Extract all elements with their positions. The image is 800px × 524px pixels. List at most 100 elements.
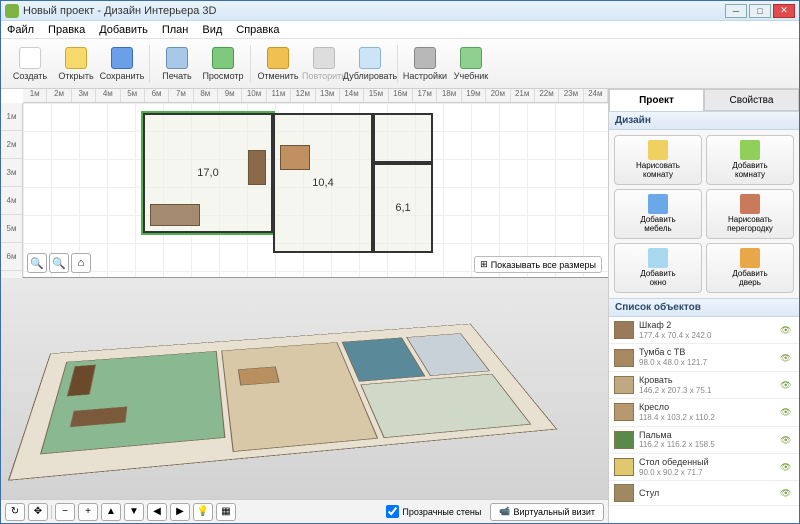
visibility-toggle-icon[interactable]: 👁 — [780, 488, 794, 498]
window-title: Новый проект - Дизайн Интерьера 3D — [23, 5, 216, 17]
toolbar: СоздатьОткрытьСохранитьПечатьПросмотрОтм… — [1, 39, 799, 89]
undo-button[interactable]: Отменить — [255, 41, 301, 87]
add-window-button[interactable]: Добавить окно — [614, 243, 702, 293]
titlebar: Новый проект - Дизайн Интерьера 3D ─ □ ✕ — [1, 1, 799, 21]
tutorial-icon — [460, 47, 482, 69]
object-name: Кровать — [639, 375, 780, 386]
maximize-button[interactable]: □ — [749, 4, 771, 18]
object-icon — [614, 321, 634, 339]
tutorial-button[interactable]: Учебник — [448, 41, 494, 87]
visibility-toggle-icon[interactable]: 👁 — [780, 325, 794, 335]
draw-room-button[interactable]: Нарисовать комнату — [614, 135, 702, 185]
menu-вид[interactable]: Вид — [202, 24, 222, 36]
zoom-in-button[interactable]: 🔍 — [49, 253, 69, 273]
menu-правка[interactable]: Правка — [48, 24, 85, 36]
zoom-out-3d-button[interactable]: − — [55, 503, 75, 521]
create-button[interactable]: Создать — [7, 41, 53, 87]
visibility-toggle-icon[interactable]: 👁 — [780, 435, 794, 445]
light-button[interactable]: 💡 — [193, 503, 213, 521]
visibility-toggle-icon[interactable]: 👁 — [780, 462, 794, 472]
tilt-down-button[interactable]: ▼ — [124, 503, 144, 521]
plan-3d-view[interactable]: ↻ ✥ − + ▲ ▼ ◀ ▶ 💡 ▦ Прозрачные стены 📹 В… — [1, 278, 608, 523]
visibility-toggle-icon[interactable]: 👁 — [780, 407, 794, 417]
objects-list: Шкаф 2177.4 x 70.4 x 242.0👁Тумба с ТВ98.… — [609, 317, 799, 523]
transparent-walls-checkbox[interactable]: Прозрачные стены — [386, 505, 481, 518]
object-item[interactable]: Пальма116.2 x 116.2 x 158.5👁 — [609, 427, 799, 454]
wireframe-button[interactable]: ▦ — [216, 503, 236, 521]
menu-план[interactable]: План — [162, 24, 189, 36]
duplicate-button[interactable]: Дублировать — [347, 41, 393, 87]
add-room-button[interactable]: Добавить комнату — [706, 135, 794, 185]
design-buttons-grid: Нарисовать комнатуДобавить комнатуДобави… — [609, 130, 799, 298]
camera-icon: 📹 — [499, 506, 510, 517]
menu-справка[interactable]: Справка — [236, 24, 279, 36]
design-header: Дизайн — [609, 111, 799, 130]
undo-icon — [267, 47, 289, 69]
menu-файл[interactable]: Файл — [7, 24, 34, 36]
open-icon — [65, 47, 87, 69]
duplicate-icon — [359, 47, 381, 69]
preview-icon — [212, 47, 234, 69]
object-dimensions: 118.4 x 103.2 x 110.2 — [639, 413, 780, 423]
pan-button[interactable]: ✥ — [28, 503, 48, 521]
object-item[interactable]: Кровать146.2 x 207.3 x 75.1👁 — [609, 372, 799, 399]
tilt-up-button[interactable]: ▲ — [101, 503, 121, 521]
zoom-in-3d-button[interactable]: + — [78, 503, 98, 521]
object-icon — [614, 431, 634, 449]
object-name: Пальма — [639, 430, 780, 441]
room-3-top[interactable] — [373, 113, 433, 163]
rotate-360-button[interactable]: ↻ — [5, 503, 25, 521]
print-button[interactable]: Печать — [154, 41, 200, 87]
minimize-button[interactable]: ─ — [725, 4, 747, 18]
furniture-sofa[interactable] — [150, 204, 200, 226]
objects-header: Список объектов — [609, 298, 799, 317]
settings-button[interactable]: Настройки — [402, 41, 448, 87]
room-1[interactable]: 17,0 — [143, 113, 273, 233]
redo-icon — [313, 47, 335, 69]
tab-project[interactable]: Проект — [609, 89, 704, 111]
close-button[interactable]: ✕ — [773, 4, 795, 18]
zoom-controls-2d: 🔍 🔍 ⌂ — [27, 253, 91, 273]
plan-2d-view[interactable]: 17,0 10,4 6,1 🔍 🔍 ⌂ ⊞ Показывать все раз… — [23, 103, 608, 278]
object-item[interactable]: Кресло118.4 x 103.2 x 110.2👁 — [609, 399, 799, 426]
home-button[interactable]: ⌂ — [71, 253, 91, 273]
open-button[interactable]: Открыть — [53, 41, 99, 87]
furniture-wardrobe[interactable] — [248, 150, 266, 185]
object-item[interactable]: Стул👁 — [609, 481, 799, 506]
bottom-toolbar-3d: ↻ ✥ − + ▲ ▼ ◀ ▶ 💡 ▦ Прозрачные стены 📹 В… — [1, 499, 608, 523]
add-furniture-icon — [648, 194, 668, 214]
visibility-toggle-icon[interactable]: 👁 — [780, 380, 794, 390]
preview-button[interactable]: Просмотр — [200, 41, 246, 87]
show-dimensions-button[interactable]: ⊞ Показывать все размеры — [474, 256, 602, 273]
settings-icon — [414, 47, 436, 69]
object-item[interactable]: Стол обеденный90.0 x 90.2 x 71.7👁 — [609, 454, 799, 481]
object-dimensions: 116.2 x 116.2 x 158.5 — [639, 440, 780, 450]
draw-room-icon — [648, 140, 668, 160]
rotate-left-button[interactable]: ◀ — [147, 503, 167, 521]
room-3[interactable]: 6,1 — [373, 163, 433, 253]
object-dimensions: 98.0 x 48.0 x 121.7 — [639, 358, 780, 368]
redo-button[interactable]: Повторить — [301, 41, 347, 87]
print-icon — [166, 47, 188, 69]
object-item[interactable]: Тумба с ТВ98.0 x 48.0 x 121.7👁 — [609, 344, 799, 371]
save-button[interactable]: Сохранить — [99, 41, 145, 87]
virtual-visit-button[interactable]: 📹 Виртуальный визит — [490, 503, 604, 521]
object-dimensions: 146.2 x 207.3 x 75.1 — [639, 386, 780, 396]
object-icon — [614, 403, 634, 421]
room-2[interactable]: 10,4 — [273, 113, 373, 253]
zoom-out-button[interactable]: 🔍 — [27, 253, 47, 273]
add-door-icon — [740, 248, 760, 268]
object-name: Стол обеденный — [639, 457, 780, 468]
draw-partition-button[interactable]: Нарисовать перегородку — [706, 189, 794, 239]
furniture-table[interactable] — [280, 145, 310, 170]
rotate-right-button[interactable]: ▶ — [170, 503, 190, 521]
add-furniture-button[interactable]: Добавить мебель — [614, 189, 702, 239]
side-panel: Проект Свойства Дизайн Нарисовать комнат… — [609, 89, 799, 523]
side-tabs: Проект Свойства — [609, 89, 799, 111]
object-item[interactable]: Шкаф 2177.4 x 70.4 x 242.0👁 — [609, 317, 799, 344]
add-door-button[interactable]: Добавить дверь — [706, 243, 794, 293]
tab-properties[interactable]: Свойства — [704, 89, 799, 111]
menu-добавить[interactable]: Добавить — [99, 24, 148, 36]
visibility-toggle-icon[interactable]: 👁 — [780, 353, 794, 363]
object-name: Шкаф 2 — [639, 320, 780, 331]
